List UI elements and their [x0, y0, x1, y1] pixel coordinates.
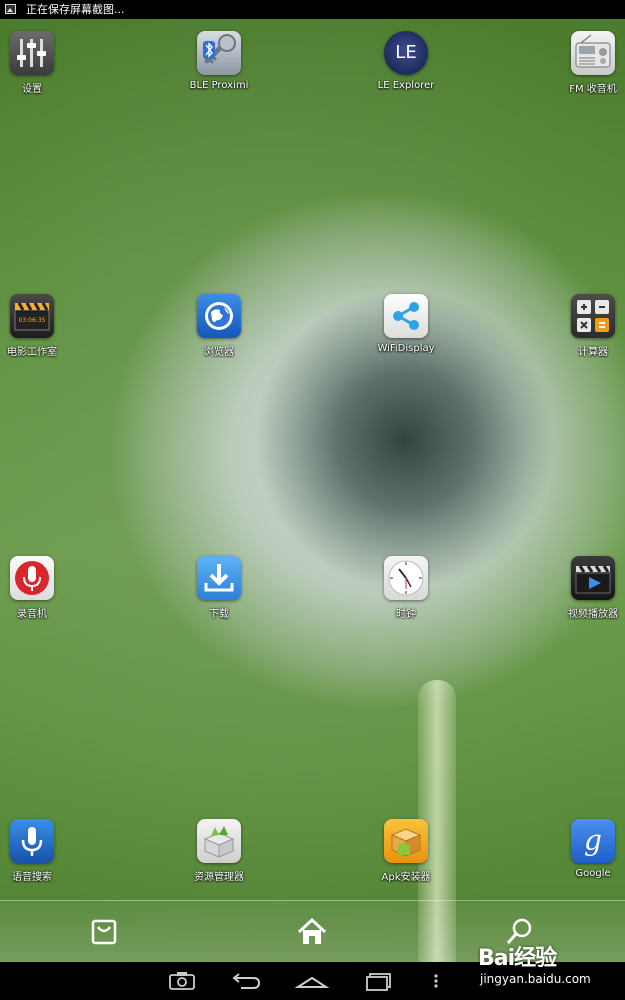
- app-label: 时钟: [396, 609, 416, 620]
- google-g-icon: g: [571, 819, 615, 863]
- microphone-icon: [10, 556, 54, 600]
- status-notification-text: 正在保存屏幕截图...: [26, 3, 125, 16]
- app-label: 浏览器: [204, 347, 234, 358]
- file-manager-icon: [197, 819, 241, 863]
- app-ble-proximity[interactable]: BLE Proximi: [171, 31, 267, 91]
- screenshot-camera-icon[interactable]: [165, 970, 199, 992]
- app-label: 设置: [22, 84, 42, 95]
- video-player-icon: [571, 556, 615, 600]
- app-movie-studio[interactable]: 03:06:35 电影工作室: [0, 294, 80, 358]
- app-label: Apk安装器: [381, 872, 431, 883]
- app-google[interactable]: g Google: [545, 819, 625, 879]
- back-icon[interactable]: [229, 970, 263, 992]
- app-label: 下载: [209, 609, 229, 620]
- home-icon[interactable]: [295, 915, 329, 949]
- voice-search-icon: [10, 819, 54, 863]
- clapper-time-text: 03:06:35: [18, 317, 46, 324]
- clapperboard-icon: 03:06:35: [10, 294, 54, 338]
- app-apk-installer[interactable]: Apk安装器: [358, 819, 454, 883]
- download-icon: [197, 556, 241, 600]
- clock-icon: [384, 556, 428, 600]
- menu-dots-icon[interactable]: [426, 970, 446, 992]
- app-wifidisplay[interactable]: WiFiDisplay: [358, 294, 454, 354]
- android-box-icon: [384, 819, 428, 863]
- app-downloads[interactable]: 下载: [171, 556, 267, 620]
- app-label: LE Explorer: [377, 80, 435, 91]
- app-label: BLE Proximi: [189, 80, 249, 91]
- app-sound-recorder[interactable]: 录音机: [0, 556, 80, 620]
- bluetooth-keys-icon: [197, 31, 241, 75]
- radio-icon: [571, 31, 615, 75]
- image-icon: [5, 4, 16, 14]
- calculator-icon: [571, 294, 615, 338]
- app-label: 资源管理器: [194, 872, 244, 883]
- app-label: 电影工作室: [7, 347, 57, 358]
- watermark-brand: Bai经验: [478, 946, 557, 971]
- app-label: WiFiDisplay: [377, 343, 435, 354]
- wallpaper: [0, 0, 625, 1000]
- app-browser[interactable]: 浏览器: [171, 294, 267, 358]
- status-bar[interactable]: 正在保存屏幕截图...: [0, 0, 625, 19]
- settings-sliders-icon: [10, 31, 54, 75]
- app-video-player[interactable]: 视频播放器: [545, 556, 625, 620]
- app-label: 视频播放器: [568, 609, 618, 620]
- home-outline-icon[interactable]: [294, 970, 330, 992]
- share-icon: [384, 294, 428, 338]
- le-badge-icon: LE: [384, 31, 428, 75]
- globe-icon: [197, 294, 241, 338]
- app-label: FM 收音机: [569, 84, 617, 95]
- app-clock[interactable]: 时钟: [358, 556, 454, 620]
- app-calculator[interactable]: 计算器: [545, 294, 625, 358]
- app-fm-radio[interactable]: FM 收音机: [545, 31, 625, 95]
- shopping-bag-icon[interactable]: [87, 915, 121, 949]
- app-label: 语音搜索: [12, 872, 52, 883]
- baidu-jingyan-watermark: Bai经验 jingyan.baidu.com: [478, 940, 618, 992]
- app-voice-search[interactable]: 语音搜索: [0, 819, 80, 883]
- app-file-manager[interactable]: 资源管理器: [171, 819, 267, 883]
- app-label: 计算器: [578, 347, 608, 358]
- app-le-explorer[interactable]: LE LE Explorer: [358, 31, 454, 91]
- app-label: 录音机: [17, 609, 47, 620]
- app-settings[interactable]: 设置: [0, 31, 80, 95]
- recent-apps-icon[interactable]: [362, 970, 396, 992]
- watermark-url: jingyan.baidu.com: [480, 972, 591, 986]
- app-label: Google: [575, 868, 611, 879]
